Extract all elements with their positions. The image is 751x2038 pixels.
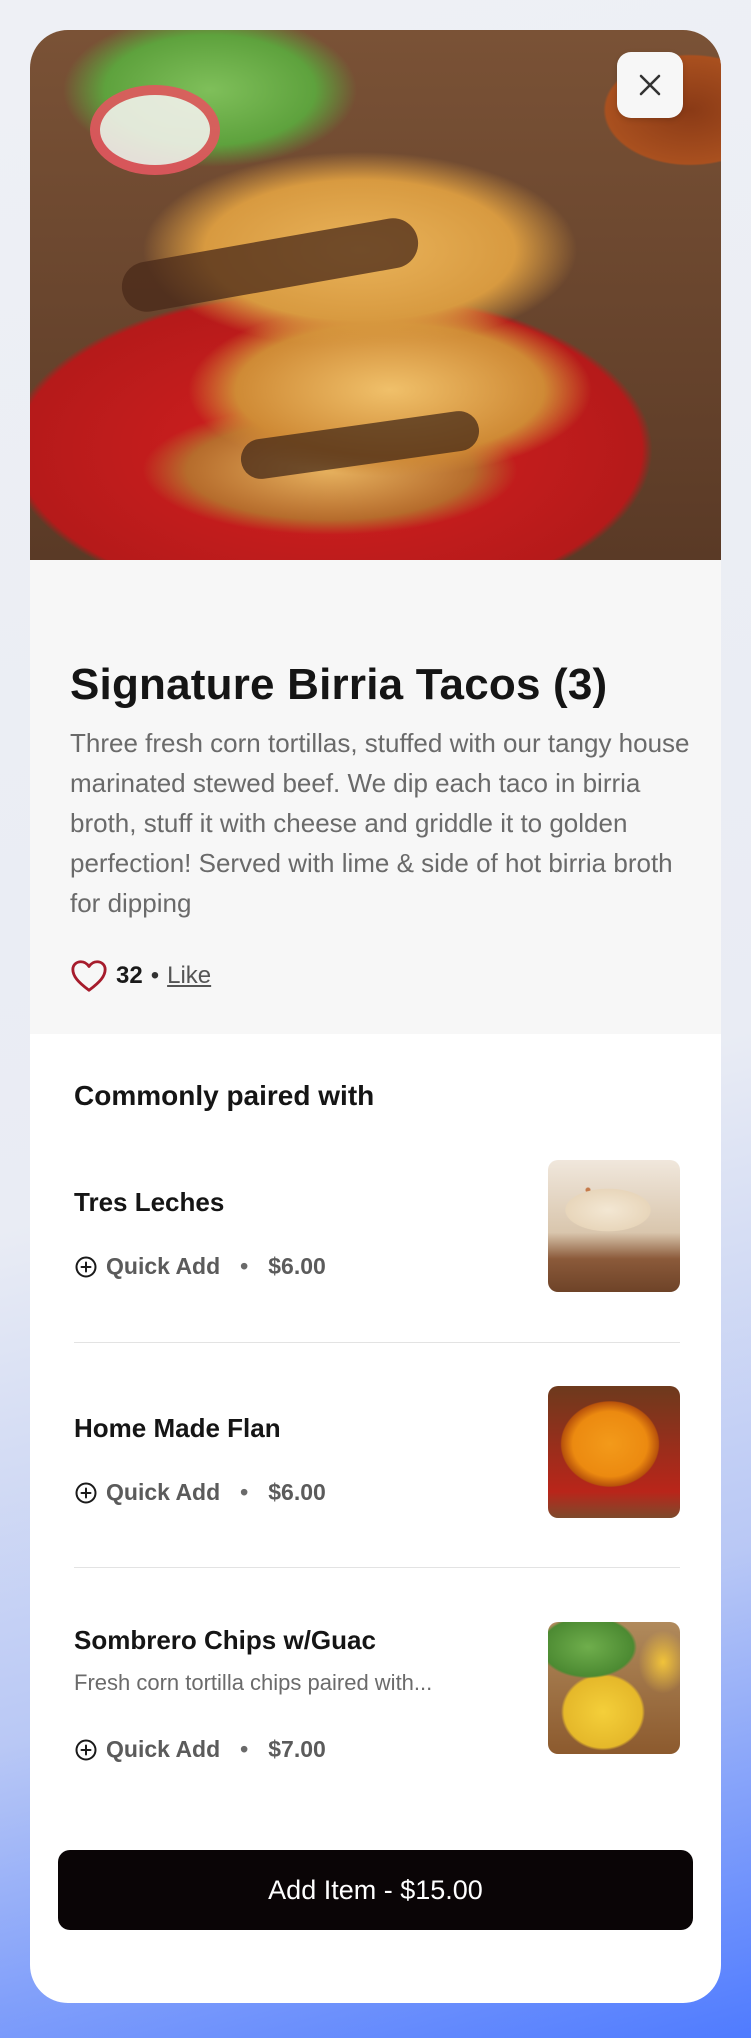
- paired-item-name: Sombrero Chips w/Guac: [74, 1625, 376, 1655]
- paired-item[interactable]: Sombrero Chips w/Guac Fresh corn tortill…: [74, 1622, 680, 1765]
- paired-item-price: $7.00: [268, 1736, 326, 1762]
- price-separator: •: [240, 1253, 249, 1279]
- paired-item-actions: Quick Add • $7.00: [74, 1736, 326, 1763]
- divider: [74, 1567, 680, 1568]
- item-description: Three fresh corn tortillas, stuffed with…: [70, 728, 690, 918]
- taco-filling: [238, 408, 482, 482]
- item-title: Signature Birria Tacos (3): [70, 660, 608, 709]
- divider: [74, 1342, 680, 1343]
- tres-leches-photo: [548, 1160, 680, 1292]
- paired-item-actions: Quick Add • $6.00: [74, 1479, 326, 1506]
- flan-photo: [548, 1386, 680, 1518]
- paired-item-price: $6.00: [268, 1479, 326, 1505]
- paired-heading: Commonly paired with: [74, 1080, 375, 1111]
- chips-guac-photo: [548, 1622, 680, 1754]
- plus-circle-icon[interactable]: [74, 1481, 98, 1505]
- paired-item[interactable]: Home Made Flan Quick Add • $6.00: [74, 1386, 680, 1518]
- item-modal: Signature Birria Tacos (3) Three fresh c…: [30, 30, 721, 2003]
- plus-circle-icon[interactable]: [74, 1738, 98, 1762]
- quick-add-button[interactable]: Quick Add: [106, 1736, 220, 1763]
- quick-add-button[interactable]: Quick Add: [106, 1253, 220, 1280]
- paired-item[interactable]: Tres Leches Quick Add • $6.00: [74, 1160, 680, 1292]
- item-info: Signature Birria Tacos (3) Three fresh c…: [30, 560, 721, 1034]
- taco-filling: [117, 214, 423, 316]
- like-count: 32: [116, 962, 143, 989]
- like-separator: •: [150, 962, 160, 989]
- close-icon: [639, 74, 661, 96]
- like-link[interactable]: Like: [167, 962, 211, 990]
- paired-item-actions: Quick Add • $6.00: [74, 1253, 326, 1280]
- paired-item-description: Fresh corn tortilla chips paired with...: [74, 1670, 433, 1695]
- heart-icon[interactable]: [70, 958, 108, 994]
- plus-circle-icon[interactable]: [74, 1255, 98, 1279]
- quick-add-button[interactable]: Quick Add: [106, 1479, 220, 1506]
- paired-item-price: $6.00: [268, 1253, 326, 1279]
- likes-row: 32 • Like: [70, 958, 211, 994]
- paired-item-name: Home Made Flan: [74, 1413, 281, 1443]
- price-separator: •: [240, 1479, 249, 1505]
- paired-item-name: Tres Leches: [74, 1187, 225, 1217]
- price-separator: •: [240, 1736, 249, 1762]
- radish-garnish: [90, 85, 220, 175]
- close-button[interactable]: [617, 52, 683, 118]
- add-item-button[interactable]: Add Item - $15.00: [58, 1850, 693, 1930]
- item-hero-image: [30, 30, 721, 560]
